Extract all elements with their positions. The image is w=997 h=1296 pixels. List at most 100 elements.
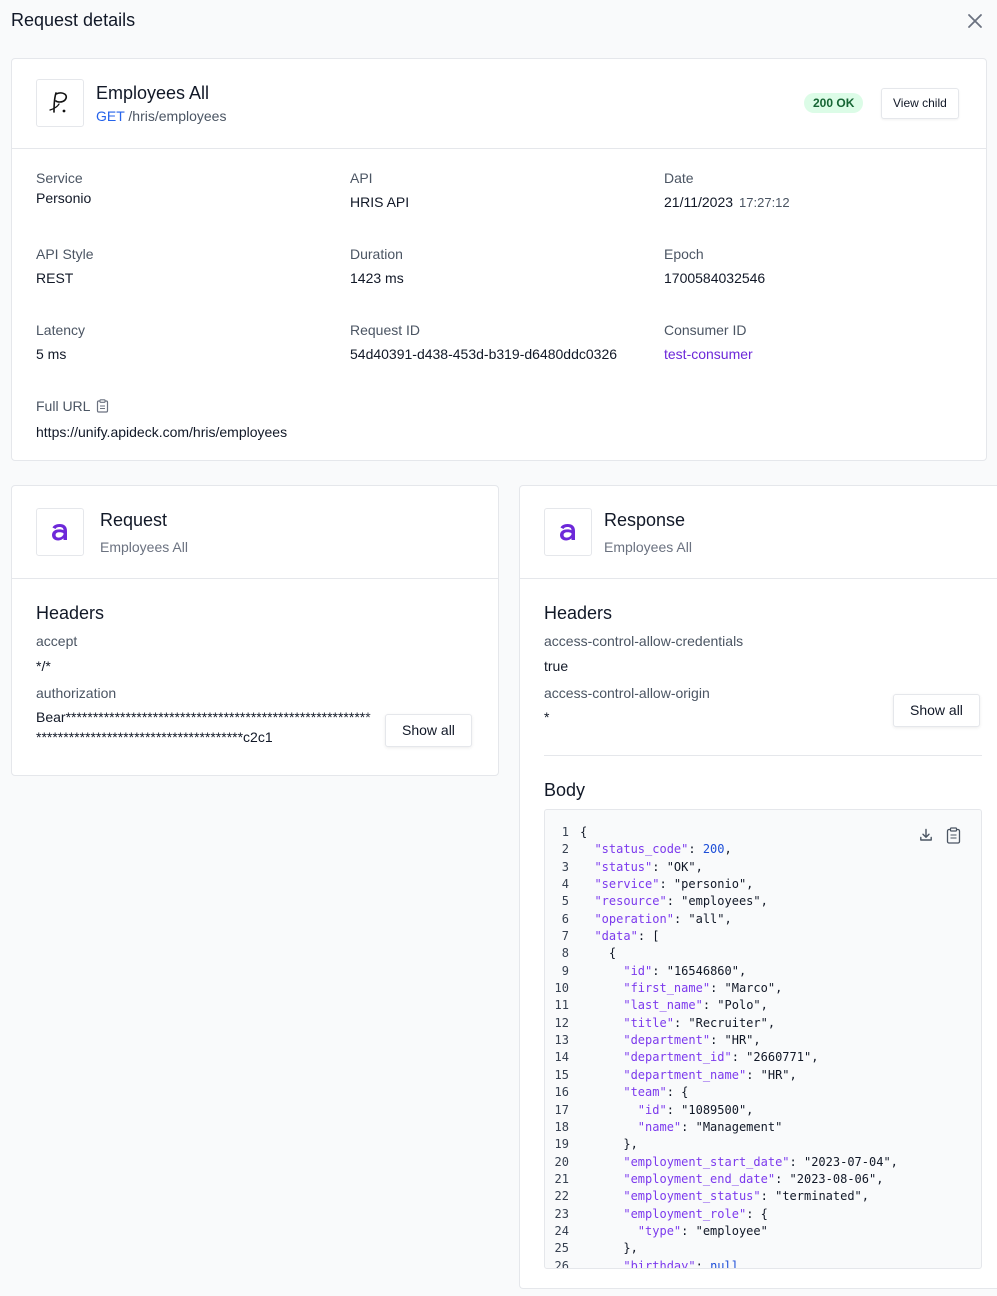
http-method: GET bbox=[96, 108, 125, 124]
code-text: "resource": "employees", bbox=[594, 894, 768, 909]
line-number: 24 bbox=[554, 1223, 569, 1238]
code-text: }, bbox=[580, 1241, 638, 1256]
copy-url-button[interactable] bbox=[96, 399, 109, 416]
line-number: 11 bbox=[554, 998, 569, 1013]
code-text: "title": "Recruiter", bbox=[623, 1015, 776, 1030]
field-date: Date 21/11/2023 17:27:12 bbox=[664, 170, 790, 210]
code-text: "status_code": 200, bbox=[594, 842, 732, 857]
field-label: Service bbox=[36, 170, 83, 186]
field-value: 5 ms bbox=[36, 346, 67, 362]
code-text: "id": "16546860", bbox=[623, 963, 747, 978]
request-panel-header: Request Employees All bbox=[12, 486, 498, 579]
personio-logo bbox=[36, 79, 84, 127]
request-headers-title: Headers bbox=[36, 603, 105, 623]
line-number: 9 bbox=[561, 963, 569, 978]
code-text: "data": [ bbox=[594, 929, 660, 944]
response-panel-header: Response Employees All bbox=[520, 486, 997, 579]
line-number: 19 bbox=[554, 1137, 569, 1152]
request-endpoint: GET /hris/employees bbox=[96, 108, 226, 124]
code-line: 12 "title": "Recruiter", bbox=[545, 1015, 898, 1032]
code-text: "last_name": "Polo", bbox=[623, 998, 768, 1013]
field-label: Latency bbox=[36, 322, 86, 338]
request-path: /hris/employees bbox=[128, 108, 227, 124]
code-line: 1{ bbox=[545, 824, 898, 841]
time-value: 17:27:12 bbox=[739, 195, 790, 210]
code-line: 23 "employment_role": { bbox=[545, 1206, 898, 1223]
date-value: 21/11/2023 bbox=[664, 194, 734, 210]
line-number: 20 bbox=[554, 1154, 569, 1169]
clipboard-icon bbox=[946, 826, 960, 844]
code-line: 2 "status_code": 200, bbox=[545, 841, 898, 858]
line-number: 14 bbox=[554, 1050, 569, 1065]
field-label: Epoch bbox=[664, 246, 704, 262]
line-number: 16 bbox=[554, 1085, 569, 1100]
field-value: 21/11/2023 17:27:12 bbox=[664, 194, 790, 210]
code-text: { bbox=[580, 946, 617, 961]
summary-header: Employees All GET /hris/employees 200 OK… bbox=[12, 59, 986, 149]
field-label: Duration bbox=[350, 246, 403, 262]
header-name: access-control-allow-origin bbox=[544, 685, 710, 701]
header-name: authorization bbox=[36, 685, 117, 701]
request-show-all-button[interactable]: Show all bbox=[385, 714, 472, 747]
code-text: "operation": "all", bbox=[594, 911, 732, 926]
header-value-continued: **************************************c2… bbox=[36, 729, 273, 745]
field-api: API HRIS API bbox=[350, 170, 409, 210]
field-value: Personio bbox=[36, 190, 92, 206]
consumer-id-link[interactable]: test-consumer bbox=[664, 346, 753, 362]
download-button[interactable] bbox=[917, 826, 935, 844]
header-value: */* bbox=[36, 658, 51, 674]
code-text: "department_id": "2660771", bbox=[623, 1050, 819, 1065]
line-number: 13 bbox=[554, 1033, 569, 1048]
field-label: Consumer ID bbox=[664, 322, 747, 338]
code-line: 24 "type": "employee" bbox=[545, 1223, 898, 1240]
code-line: 7 "data": [ bbox=[545, 928, 898, 945]
field-label: Full URL bbox=[36, 398, 287, 416]
code-line: 26 "birthday": null bbox=[545, 1258, 898, 1268]
code-text: "department_name": "HR", bbox=[623, 1067, 797, 1082]
field-label: API Style bbox=[36, 246, 94, 262]
code-text: "type": "employee" bbox=[637, 1223, 768, 1238]
response-show-all-button[interactable]: Show all bbox=[893, 694, 980, 727]
line-number: 23 bbox=[554, 1206, 569, 1221]
code-line: 5 "resource": "employees", bbox=[545, 893, 898, 910]
line-number: 18 bbox=[554, 1119, 569, 1134]
line-number: 1 bbox=[561, 825, 569, 839]
code-text: "service": "personio", bbox=[594, 877, 754, 892]
code-line: 15 "department_name": "HR", bbox=[545, 1067, 898, 1084]
apideck-logo bbox=[36, 508, 84, 556]
field-full-url: Full URL https://unify.apideck.com/hris/… bbox=[36, 398, 287, 440]
field-epoch: Epoch 1700584032546 bbox=[664, 246, 765, 286]
close-button[interactable] bbox=[962, 8, 988, 34]
header-value: true bbox=[544, 658, 569, 674]
download-icon bbox=[920, 828, 932, 841]
line-number: 2 bbox=[561, 842, 569, 857]
field-value: REST bbox=[36, 270, 74, 286]
line-number: 12 bbox=[554, 1015, 569, 1030]
response-body-code[interactable]: 1{2 "status_code": 200, 3 "status": "OK",… bbox=[544, 809, 982, 1269]
code-line: 4 "service": "personio", bbox=[545, 876, 898, 893]
field-label: API bbox=[350, 170, 373, 186]
request-name: Employees All bbox=[96, 83, 210, 103]
page-title: Request details bbox=[11, 10, 136, 30]
field-value: 1423 ms bbox=[350, 270, 404, 286]
code-text: "id": "1089500", bbox=[637, 1102, 754, 1117]
field-service: Service Personio bbox=[36, 170, 91, 206]
code-text: "status": "OK", bbox=[594, 859, 703, 874]
response-headers-title: Headers bbox=[544, 603, 613, 623]
code-line: 3 "status": "OK", bbox=[545, 859, 898, 876]
copy-body-button[interactable] bbox=[944, 826, 962, 844]
page-header: Request details bbox=[0, 0, 997, 40]
code-line: 10 "first_name": "Marco", bbox=[545, 980, 898, 997]
field-api-style: API Style REST bbox=[36, 246, 94, 286]
code-line: 14 "department_id": "2660771", bbox=[545, 1049, 898, 1066]
line-number: 8 bbox=[561, 946, 569, 961]
response-panel: Response Employees All Headers access-co… bbox=[519, 485, 997, 1289]
code-line: 25 }, bbox=[545, 1240, 898, 1257]
response-title: Response bbox=[604, 510, 686, 530]
code-text: { bbox=[580, 825, 588, 839]
header-value: * bbox=[544, 709, 550, 725]
code-line: 20 "employment_start_date": "2023-07-04"… bbox=[545, 1154, 898, 1171]
view-child-button[interactable]: View child bbox=[881, 88, 959, 119]
field-value: 54d40391-d438-453d-b319-d6480ddc0326 bbox=[350, 346, 618, 362]
code-text: "employment_end_date": "2023-08-06", bbox=[623, 1171, 884, 1186]
